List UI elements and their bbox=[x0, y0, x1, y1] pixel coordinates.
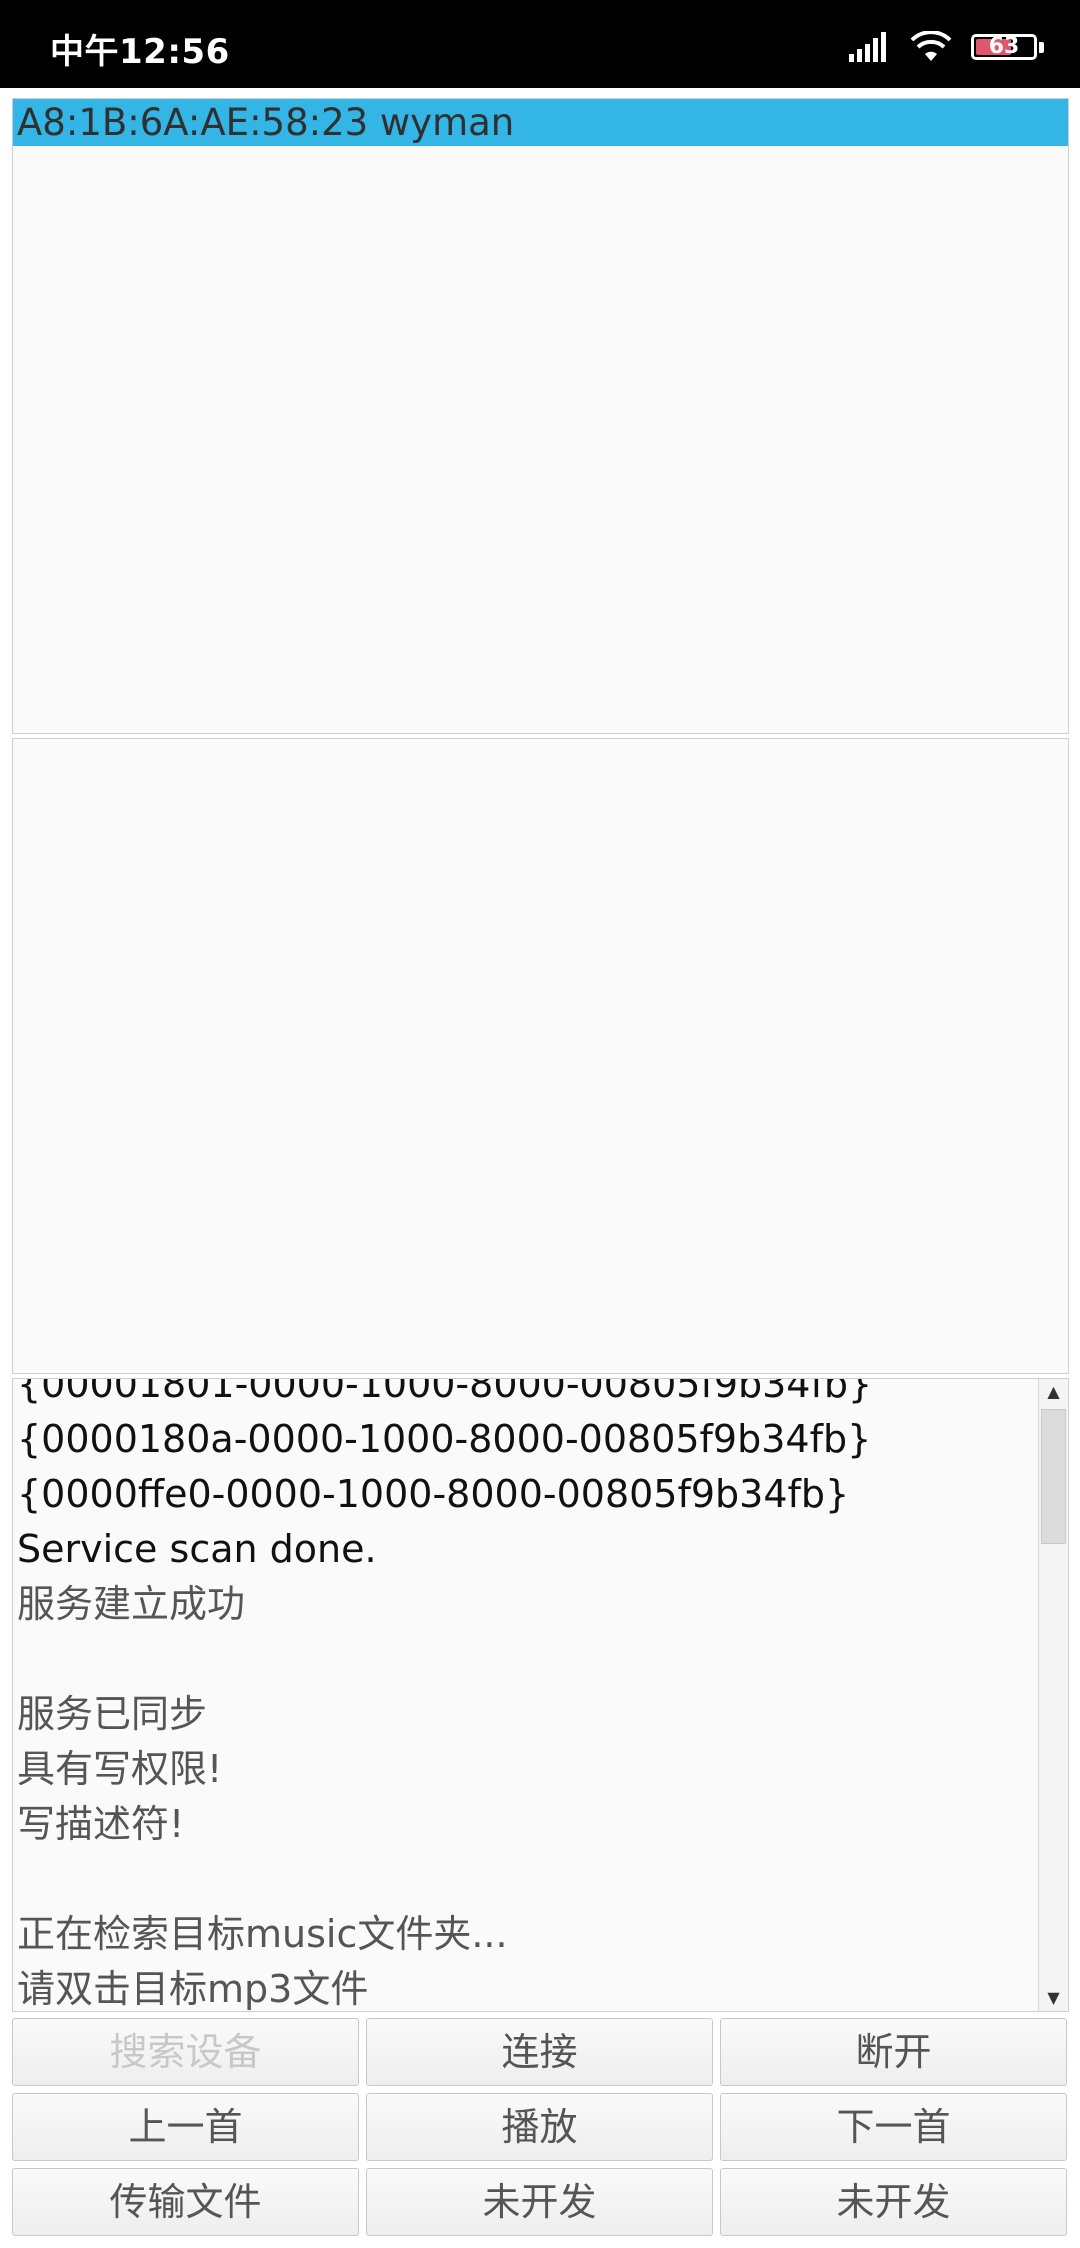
previous-track-button[interactable]: 上一首 bbox=[12, 2093, 359, 2161]
device-list[interactable]: A8:1B:6A:AE:58:23 wyman bbox=[12, 98, 1069, 734]
log-line: {0000ffe0-0000-1000-8000-00805f9b34fb} bbox=[17, 1472, 850, 1516]
wifi-icon bbox=[910, 31, 952, 61]
connect-button[interactable]: 连接 bbox=[366, 2018, 713, 2086]
scroll-up-arrow-icon[interactable]: ▲ bbox=[1039, 1379, 1068, 1405]
log-line: {00001801-0000-1000-8000-00805f9b34fb} bbox=[17, 1378, 873, 1406]
scroll-down-arrow-icon[interactable]: ▼ bbox=[1039, 1985, 1068, 2011]
disconnect-button[interactable]: 断开 bbox=[720, 2018, 1067, 2086]
log-line: 正在检索目标music文件夹... bbox=[17, 1912, 508, 1956]
signal-icon bbox=[849, 32, 886, 62]
next-track-button[interactable]: 下一首 bbox=[720, 2093, 1067, 2161]
log-content: {00001801-0000-1000-8000-00805f9b34fb} {… bbox=[17, 1378, 1037, 2011]
transfer-file-button[interactable]: 传输文件 bbox=[12, 2168, 359, 2236]
log-line: Service scan done. bbox=[17, 1527, 377, 1571]
scroll-thumb[interactable] bbox=[1041, 1409, 1066, 1544]
log-line: 服务已同步 bbox=[17, 1692, 208, 1736]
log-line: {0000180a-0000-1000-8000-00805f9b34fb} bbox=[17, 1417, 872, 1461]
log-textarea[interactable]: {00001801-0000-1000-8000-00805f9b34fb} {… bbox=[12, 1378, 1069, 2012]
battery-level: 63 bbox=[988, 34, 1020, 59]
log-scrollbar[interactable]: ▲ ▼ bbox=[1038, 1379, 1068, 2011]
log-line: 具有写权限! bbox=[17, 1747, 223, 1791]
log-line: 服务建立成功 bbox=[17, 1582, 246, 1626]
battery-tip bbox=[1039, 41, 1044, 53]
log-line: 写描述符! bbox=[17, 1802, 185, 1846]
search-devices-button[interactable]: 搜索设备 bbox=[12, 2018, 359, 2086]
status-time: 中午12:56 bbox=[50, 32, 230, 72]
play-button[interactable]: 播放 bbox=[366, 2093, 713, 2161]
service-list[interactable] bbox=[12, 738, 1069, 1374]
device-list-item[interactable]: A8:1B:6A:AE:58:23 wyman bbox=[13, 99, 1068, 146]
status-icons: 63 bbox=[849, 30, 1044, 64]
undeveloped-button-2[interactable]: 未开发 bbox=[720, 2168, 1067, 2236]
log-line: 请双击目标mp3文件 bbox=[17, 1967, 369, 2011]
status-bar: 中午12:56 63 bbox=[0, 0, 1080, 88]
battery-icon: 63 bbox=[971, 34, 1037, 60]
undeveloped-button-1[interactable]: 未开发 bbox=[366, 2168, 713, 2236]
